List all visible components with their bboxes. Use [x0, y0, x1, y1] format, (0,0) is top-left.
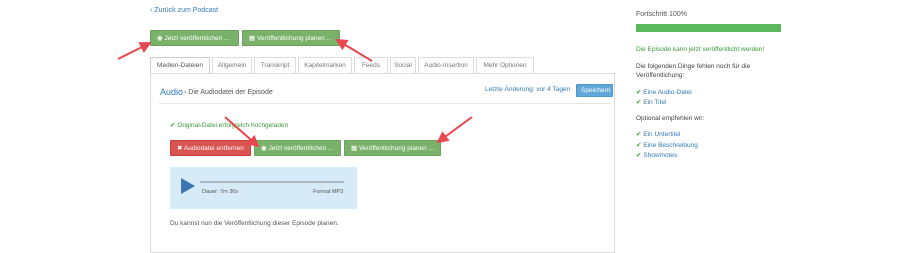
annotation-arrows [117, 38, 473, 148]
arrow-icon [335, 38, 373, 62]
arrow-icon [224, 116, 260, 148]
arrow-icon [436, 116, 473, 144]
arrow-icon [117, 42, 152, 60]
